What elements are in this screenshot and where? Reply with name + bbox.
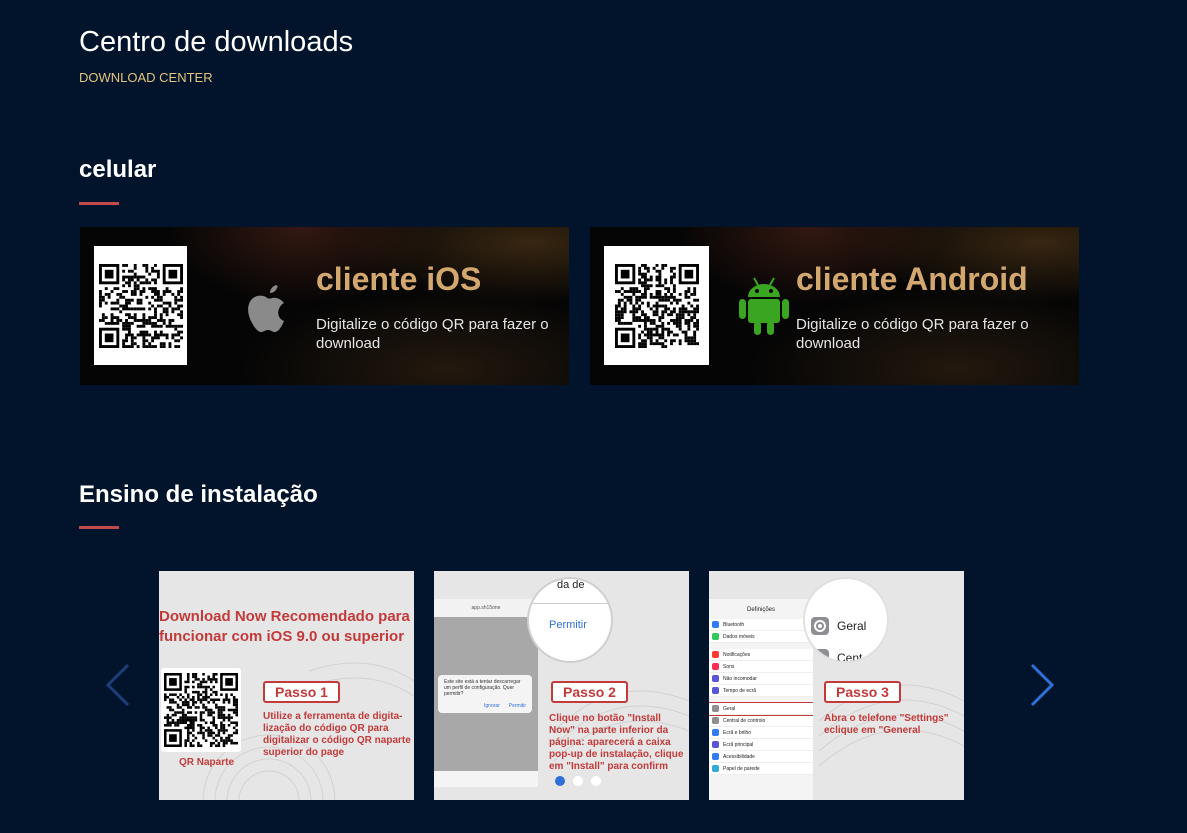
settings-row-label: Papel de parede: [723, 765, 760, 772]
settings-row-label: Bluetooth: [723, 621, 745, 628]
settings-row: Notificações: [709, 649, 813, 661]
install-slide-step-3[interactable]: Definições Bluetooth Dados móveis Notifica…: [709, 571, 964, 800]
install-slide-step-2[interactable]: app.sh15one Este site está a tentar desc…: [434, 571, 689, 800]
settings-row-icon: [712, 717, 719, 724]
settings-row-icon: [712, 663, 719, 670]
settings-row: Geral: [709, 702, 813, 716]
settings-row: Ecrã principal: [709, 739, 813, 751]
settings-row-label: Ecrã principal: [723, 741, 754, 748]
settings-row-label: Ecrã e brilho: [723, 729, 752, 736]
android-download-card[interactable]: cliente Android Digitalize o código QR p…: [590, 227, 1079, 385]
qr-code-icon: [98, 263, 183, 348]
slide-1-step-text: Utilize a ferramenta de digita-lização d…: [263, 711, 411, 758]
dialog-ignore-button: Ignorar: [484, 703, 500, 709]
settings-row-icon: [712, 675, 719, 682]
settings-title: Definições: [746, 607, 775, 613]
settings-row-label: Acessibilidade: [723, 753, 755, 760]
chevron-left-icon[interactable]: [104, 661, 134, 709]
slide-3-step-badge: Passo 3: [824, 681, 901, 703]
slide-1-headline: Download Now Recomendado para funcionar …: [159, 608, 410, 645]
settings-row-icon: [712, 765, 719, 772]
section-underline: [79, 526, 119, 529]
control-center-icon: [811, 649, 829, 661]
carousel-dot[interactable]: [591, 776, 601, 786]
settings-row-label: Notificações: [723, 651, 751, 658]
chevron-right-icon[interactable]: [1026, 661, 1056, 709]
settings-row-label: Geral: [723, 705, 736, 712]
slide-1-qr-code: [161, 668, 241, 752]
install-slide-step-1[interactable]: Download Now Recomendado para funcionar …: [159, 571, 414, 800]
slide-2-step-text: Clique no botão "Install Now" na parte i…: [549, 713, 684, 772]
settings-row-icon: [712, 651, 719, 658]
settings-row-icon: [712, 687, 719, 694]
qr-code-icon: [164, 673, 238, 747]
carousel-dot[interactable]: [573, 776, 583, 786]
zoom-circle: da de Permitir: [527, 577, 613, 663]
zoom-top-text: da de: [557, 579, 585, 591]
carousel-pagination: [555, 776, 601, 786]
browser-url-bar: app.sh15one: [434, 599, 538, 617]
ios-qr-code: [94, 246, 187, 365]
settings-list: Bluetooth Dados móveis Notificações Sons Não…: [709, 619, 813, 775]
settings-row: Não incomodar: [709, 673, 813, 685]
settings-row-icon: [712, 621, 719, 628]
slide-1-step-badge: Passo 1: [263, 681, 340, 703]
settings-row-icon: [712, 753, 719, 760]
zoom-general-text: Geral: [837, 619, 867, 633]
dialog-allow-button: Permitir: [508, 703, 526, 709]
slide-1-qr-caption: QR Naparte: [179, 757, 235, 768]
ios-download-card[interactable]: cliente iOS Digitalize o código QR para …: [80, 227, 569, 385]
zoom-allow-text: Permitir: [549, 619, 587, 631]
settings-row-icon: [712, 633, 719, 640]
section-underline: [79, 202, 119, 205]
ios-card-description: Digitalize o código QR para fazer o down…: [316, 316, 549, 352]
qr-code-icon: [614, 263, 699, 348]
page-subtitle: DOWNLOAD CENTER: [79, 70, 213, 85]
browser-toolbar: [434, 771, 538, 787]
settings-row: Central de controlo: [709, 715, 813, 727]
phone-settings-screenshot: Definições Bluetooth Dados móveis Notifica…: [709, 599, 813, 800]
settings-row-icon: [712, 741, 719, 748]
settings-row: Ecrã e brilho: [709, 727, 813, 739]
gear-icon: [811, 617, 829, 635]
install-dialog: Este site está a tentar descarregar um p…: [438, 675, 532, 713]
slide-3-step-text: Abra o telefone "Settings" eclique em "G…: [824, 713, 949, 736]
settings-row-icon: [712, 729, 719, 736]
settings-row-label: Não incomodar: [723, 675, 757, 682]
install-section-title: Ensino de instalação: [79, 481, 318, 508]
settings-row: Sons: [709, 661, 813, 673]
phone-screenshot: app.sh15one Este site está a tentar desc…: [434, 599, 538, 787]
apple-icon: [248, 285, 284, 333]
settings-row-label: Sons: [723, 663, 735, 670]
mobile-section-title: celular: [79, 156, 157, 183]
ios-card-title: cliente iOS: [316, 261, 482, 297]
settings-row: Tempo de ecrã: [709, 685, 813, 697]
android-icon: [739, 277, 789, 335]
zoom-circle: Geral Cent: [803, 577, 889, 663]
settings-row-icon: [712, 705, 719, 712]
slide-2-step-badge: Passo 2: [551, 681, 628, 703]
carousel-dot[interactable]: [555, 776, 565, 786]
settings-row-label: Dados móveis: [723, 633, 755, 640]
page-title: Centro de downloads: [79, 26, 354, 58]
dialog-text: Este site está a tentar descarregar um p…: [444, 679, 521, 697]
android-card-title: cliente Android: [796, 261, 1028, 297]
settings-row: Acessibilidade: [709, 751, 813, 763]
android-card-description: Digitalize o código QR para fazer o down…: [796, 316, 1029, 352]
android-qr-code: [604, 246, 709, 365]
settings-row-label: Tempo de ecrã: [723, 687, 757, 694]
settings-row-label: Central de controlo: [723, 717, 766, 724]
settings-row: Papel de parede: [709, 763, 813, 775]
settings-row: Bluetooth: [709, 619, 813, 631]
settings-row: Dados móveis: [709, 631, 813, 643]
